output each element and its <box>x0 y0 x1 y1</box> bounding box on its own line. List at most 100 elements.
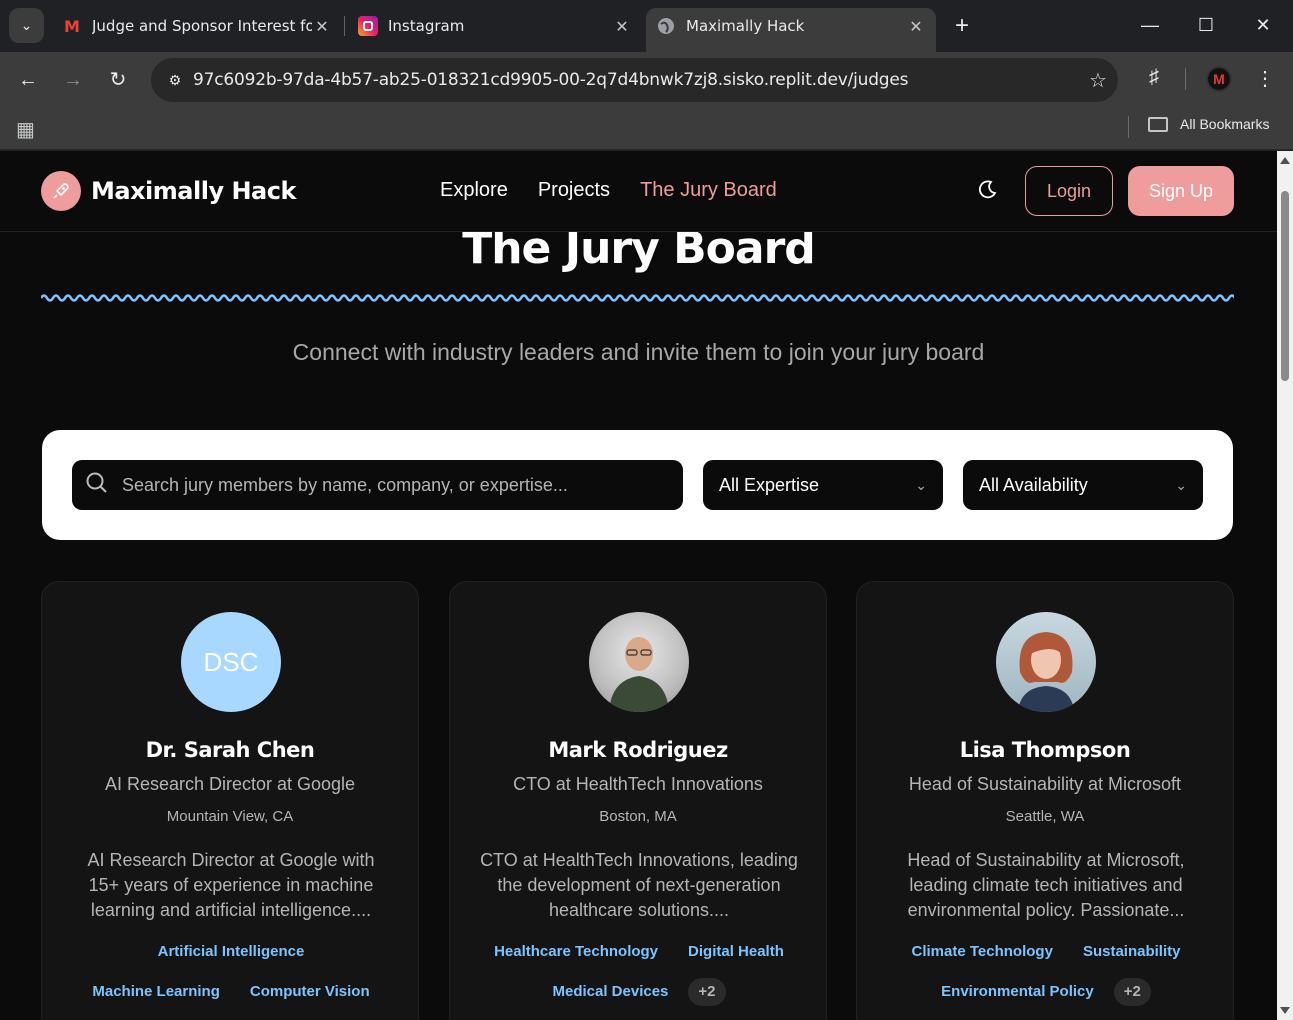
site-header: Maximally Hack Explore Projects The Jury… <box>0 151 1277 232</box>
person-photo-icon <box>609 637 669 712</box>
scrollbar-thumb[interactable] <box>1281 191 1289 381</box>
avatar <box>589 612 689 712</box>
all-bookmarks-label: All Bookmarks <box>1180 116 1270 132</box>
judge-role: AI Research Director at Google <box>104 774 356 794</box>
reload-button[interactable]: ↻ <box>104 66 132 94</box>
tab-title: Judge and Sponsor Interest for <box>92 17 312 35</box>
chevron-down-icon: ⌄ <box>915 476 927 493</box>
profile-avatar[interactable]: M <box>1206 66 1232 92</box>
scroll-up-icon[interactable] <box>1280 157 1290 164</box>
expertise-tag: Computer Vision <box>249 983 370 1000</box>
chevron-down-icon: ⌄ <box>20 17 33 33</box>
nav-projects[interactable]: Projects <box>538 179 610 202</box>
back-button[interactable]: ← <box>14 66 42 94</box>
availability-value: All Availability <box>979 474 1088 495</box>
expertise-tag: Healthcare Technology <box>494 943 659 960</box>
judge-name: Lisa Thompson <box>959 738 1131 762</box>
maximize-button[interactable]: ☐ <box>1186 10 1226 40</box>
apps-grid-icon[interactable]: ▦ <box>16 117 35 142</box>
browser-tab-instagram[interactable]: Instagram ✕ <box>350 8 640 44</box>
judge-location: Boston, MA <box>599 808 677 825</box>
browser-tab-maximally-hack[interactable]: Maximally Hack ✕ <box>646 8 936 52</box>
minimize-button[interactable]: — <box>1130 10 1170 40</box>
judge-card[interactable]: DSC Dr. Sarah Chen AI Research Director … <box>41 581 419 1020</box>
page-viewport: The Jury Board Connect with industry lea… <box>0 151 1293 1020</box>
tab-search-button[interactable]: ⌄ <box>9 8 44 43</box>
menu-icon[interactable]: ⋮ <box>1251 66 1279 91</box>
judge-name: Dr. Sarah Chen <box>145 738 315 762</box>
close-icon[interactable]: ✕ <box>312 17 332 36</box>
expertise-value: All Expertise <box>719 474 820 495</box>
new-tab-button[interactable]: + <box>950 12 974 40</box>
login-button[interactable]: Login <box>1025 166 1113 216</box>
expertise-select[interactable]: All Expertise ⌄ <box>703 460 943 510</box>
judge-name: Mark Rodriguez <box>548 738 728 762</box>
search-box[interactable] <box>72 460 683 510</box>
avatar <box>996 612 1096 712</box>
tab-title: Maximally Hack <box>686 17 805 35</box>
globe-icon <box>656 16 676 36</box>
site-info-icon[interactable]: ⚙ <box>157 72 193 89</box>
judge-location: Mountain View, CA <box>166 808 294 825</box>
judge-bio: CTO at HealthTech Innovations, leading t… <box>480 850 798 920</box>
expertise-tag: Sustainability <box>1082 943 1181 960</box>
judge-role: Head of Sustainability at Microsoft <box>908 774 1182 794</box>
expertise-tags: Healthcare Technology Digital Health Med… <box>470 940 808 1006</box>
tab-title: Instagram <box>388 17 465 35</box>
moon-icon[interactable] <box>976 179 998 207</box>
expertise-tags: Climate Technology Sustainability Enviro… <box>877 940 1215 1006</box>
judge-card[interactable]: Lisa Thompson Head of Sustainability at … <box>856 581 1234 1020</box>
expertise-tag: Artificial Intelligence <box>157 943 305 960</box>
expertise-tag: Environmental Policy <box>941 983 1094 1000</box>
forward-button[interactable]: → <box>59 66 87 94</box>
person-photo-icon <box>1018 632 1074 712</box>
expertise-tag: Machine Learning <box>92 983 220 1000</box>
browser-tab-gmail[interactable]: M Judge and Sponsor Interest for ✕ <box>52 8 342 44</box>
gmail-icon: M <box>64 16 80 36</box>
nav-explore[interactable]: Explore <box>440 179 508 202</box>
expertise-tag: Climate Technology <box>911 943 1053 960</box>
address-bar[interactable]: ⚙ 97c6092b-97da-4b57-ab25-018321cd9905-0… <box>151 58 1118 102</box>
bookmarks-divider <box>1128 116 1129 138</box>
instagram-icon <box>358 16 378 36</box>
scroll-down-icon[interactable] <box>1280 1007 1290 1014</box>
close-window-button[interactable]: ✕ <box>1243 10 1283 40</box>
rocket-icon <box>41 171 81 211</box>
browser-tab-bar: ⌄ M Judge and Sponsor Interest for ✕ Ins… <box>0 0 1293 52</box>
wavy-divider <box>41 294 1234 302</box>
browser-toolbar: ← → ↻ ⚙ 97c6092b-97da-4b57-ab25-018321cd… <box>0 52 1293 108</box>
brand-logo[interactable]: Maximally Hack <box>41 171 296 211</box>
page-scrollbar[interactable] <box>1277 151 1293 1020</box>
page-subtitle: Connect with industry leaders and invite… <box>292 339 985 365</box>
expertise-tag: Medical Devices <box>552 983 669 1000</box>
judge-location: Seattle, WA <box>1005 808 1085 825</box>
signup-button[interactable]: Sign Up <box>1128 166 1234 216</box>
availability-select[interactable]: All Availability ⌄ <box>963 460 1203 510</box>
tab-divider <box>344 16 345 36</box>
toolbar-divider <box>1185 68 1186 90</box>
judge-card[interactable]: Mark Rodriguez CTO at HealthTech Innovat… <box>449 581 827 1020</box>
extensions-icon[interactable]: ♯ <box>1140 66 1168 89</box>
search-icon <box>72 471 122 500</box>
avatar: DSC <box>181 612 281 712</box>
url-text[interactable]: 97c6092b-97da-4b57-ab25-018321cd9905-00-… <box>193 70 1078 90</box>
close-icon[interactable]: ✕ <box>906 17 926 36</box>
judge-role: CTO at HealthTech Innovations <box>513 774 763 794</box>
close-icon[interactable]: ✕ <box>612 17 632 36</box>
nav-jury-board[interactable]: The Jury Board <box>640 179 777 202</box>
all-bookmarks-button[interactable]: All Bookmarks <box>1148 116 1269 132</box>
brand-name: Maximally Hack <box>91 177 296 205</box>
more-tags-badge[interactable]: +2 <box>1113 978 1151 1006</box>
bookmarks-bar: ▦ All Bookmarks <box>0 108 1293 150</box>
more-tags-badge[interactable]: +2 <box>688 978 726 1006</box>
judge-bio: Head of Sustainability at Microsoft, lea… <box>907 850 1185 920</box>
judge-bio: AI Research Director at Google with 15+ … <box>87 850 375 920</box>
folder-icon <box>1148 116 1168 132</box>
bookmark-star-icon[interactable]: ☆ <box>1078 68 1118 93</box>
main-nav: Explore Projects The Jury Board <box>440 179 777 202</box>
expertise-tag: Digital Health <box>688 943 784 960</box>
chevron-down-icon: ⌄ <box>1175 476 1187 493</box>
search-input[interactable] <box>122 474 683 496</box>
expertise-tags: Artificial Intelligence Machine Learning… <box>62 940 400 1004</box>
filter-panel: All Expertise ⌄ All Availability ⌄ <box>42 430 1233 540</box>
